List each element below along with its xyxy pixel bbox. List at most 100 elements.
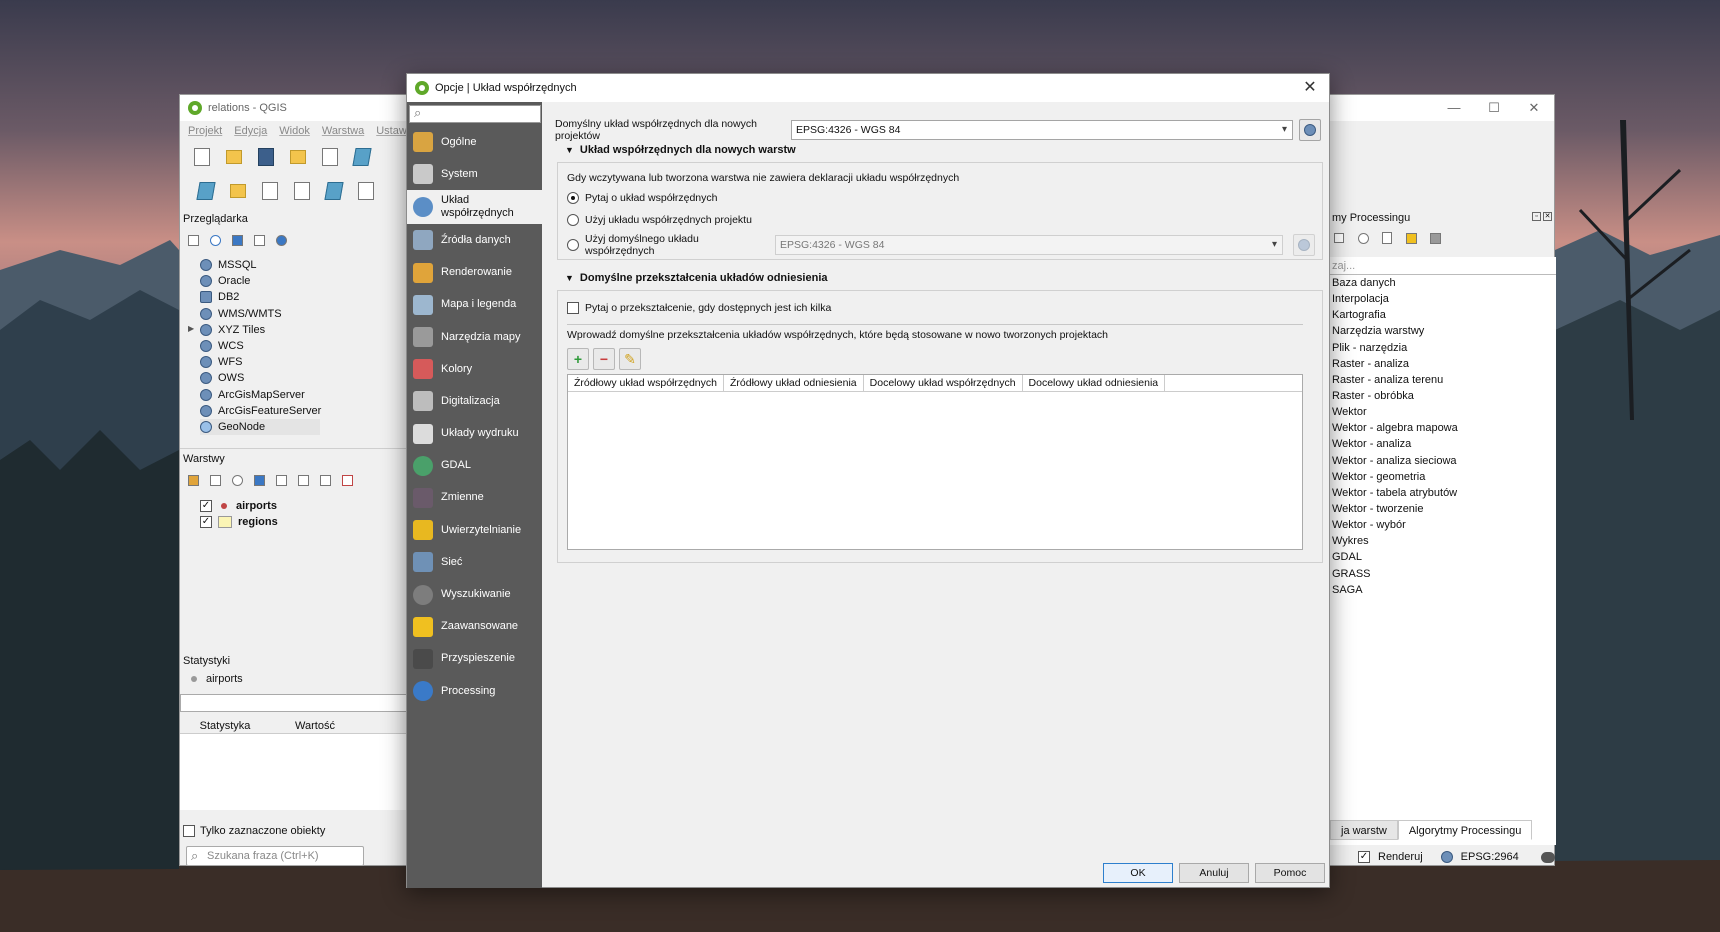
- nav-item-locator[interactable]: Wyszukiwanie: [407, 578, 542, 610]
- options-search-input[interactable]: [409, 105, 541, 123]
- help-button[interactable]: Pomoc: [1255, 863, 1325, 883]
- nav-item-general[interactable]: Ogólne: [407, 126, 542, 158]
- style-brush-icon[interactable]: [184, 471, 202, 489]
- results-icon[interactable]: [1378, 229, 1396, 247]
- add-transform-button[interactable]: +: [567, 348, 589, 370]
- list-item[interactable]: Wektor - tabela atrybutów: [1330, 485, 1556, 501]
- expand-arrow-icon[interactable]: ▶: [188, 324, 194, 333]
- close-icon[interactable]: ✕: [1299, 77, 1321, 99]
- menu-ustawienia[interactable]: Ustaw: [376, 125, 407, 137]
- transforms-group-header[interactable]: ▼ Domyślne przekształcenia układów odnie…: [565, 272, 828, 284]
- layer-item-airports[interactable]: ✓ airports: [200, 498, 278, 514]
- col-dest-datum[interactable]: Docelowy układ odniesienia: [1023, 375, 1166, 391]
- refresh-icon[interactable]: [206, 231, 224, 249]
- list-item[interactable]: Kartografia: [1330, 307, 1556, 323]
- tab-processing-algorithms[interactable]: Algorytmy Processingu: [1397, 820, 1533, 840]
- crs-status[interactable]: EPSG:2964: [1461, 851, 1519, 863]
- list-item[interactable]: Plik - narzędzia: [1330, 340, 1556, 356]
- list-item[interactable]: Wektor - analiza sieciowa: [1330, 453, 1556, 469]
- default-layer-crs-combo[interactable]: EPSG:4326 - WGS 84: [775, 235, 1283, 255]
- list-item[interactable]: Wykres: [1330, 533, 1556, 549]
- radio-project-crs[interactable]: Użyj układu współrzędnych projektu: [567, 214, 752, 226]
- layer-visibility-checkbox[interactable]: ✓: [200, 500, 212, 512]
- expression-filter-icon[interactable]: [272, 471, 290, 489]
- list-item[interactable]: Wektor - wybór: [1330, 517, 1556, 533]
- stats-field-combo[interactable]: [180, 694, 408, 712]
- radio-default-crs[interactable]: Użyj domyślnego układu współrzędnych EPS…: [567, 233, 1315, 257]
- layer-item-regions[interactable]: ✓ regions: [200, 514, 278, 530]
- select-crs-button[interactable]: [1299, 119, 1321, 141]
- list-item[interactable]: Baza danych: [1330, 275, 1556, 291]
- render-checkbox[interactable]: ✓: [1358, 851, 1370, 863]
- float-icon[interactable]: ▫: [1532, 212, 1541, 221]
- col-dest-crs[interactable]: Docelowy układ współrzędnych: [864, 375, 1023, 391]
- cancel-button[interactable]: Anuluj: [1179, 863, 1249, 883]
- edit-features-icon[interactable]: [1402, 229, 1420, 247]
- add-layer-icon[interactable]: [184, 231, 202, 249]
- nav-item-network[interactable]: Sieć: [407, 546, 542, 578]
- nav-item-map-legend[interactable]: Mapa i legenda: [407, 289, 542, 321]
- add-group-icon[interactable]: [206, 471, 224, 489]
- list-item[interactable]: Raster - analiza: [1330, 356, 1556, 372]
- list-item[interactable]: Wektor - tworzenie: [1330, 501, 1556, 517]
- models-icon[interactable]: [1330, 229, 1348, 247]
- select-layer-crs-button[interactable]: [1293, 234, 1315, 256]
- nav-item-advanced[interactable]: Zaawansowane: [407, 611, 542, 643]
- remove-transform-button[interactable]: −: [593, 348, 615, 370]
- close-panel-icon[interactable]: ✕: [1543, 212, 1552, 221]
- remove-layer-icon[interactable]: [338, 471, 356, 489]
- save-project-button[interactable]: [254, 145, 278, 169]
- radio-button[interactable]: [567, 214, 579, 226]
- stats-layer-selector[interactable]: airports: [188, 673, 243, 685]
- default-project-crs-combo[interactable]: EPSG:4326 - WGS 84: [791, 120, 1293, 140]
- radio-ask-crs[interactable]: Pytaj o układ współrzędnych: [567, 192, 718, 204]
- close-window-icon[interactable]: ✕: [1514, 95, 1554, 121]
- collapse-all-icon[interactable]: [316, 471, 334, 489]
- add-vector-button[interactable]: [258, 179, 282, 203]
- list-item[interactable]: GDAL: [1330, 549, 1556, 565]
- list-item[interactable]: SAGA: [1330, 582, 1556, 598]
- maximize-icon[interactable]: ☐: [1474, 95, 1514, 121]
- nav-item-crs[interactable]: Układ współrzędnych: [407, 190, 542, 225]
- col-statistic[interactable]: Statystyka: [180, 718, 270, 733]
- minimize-icon[interactable]: —: [1434, 95, 1474, 121]
- crs-globe-icon[interactable]: [1440, 851, 1453, 863]
- nav-item-data-sources[interactable]: Źródła danych: [407, 224, 542, 256]
- search-phrase-input[interactable]: Szukana fraza (Ctrl+K): [186, 846, 364, 866]
- list-item[interactable]: Interpolacja: [1330, 291, 1556, 307]
- nav-item-processing[interactable]: Processing: [407, 675, 542, 707]
- list-item[interactable]: GRASS: [1330, 566, 1556, 582]
- messages-icon[interactable]: [1540, 851, 1555, 863]
- options-wrench-icon[interactable]: [1426, 229, 1444, 247]
- nav-item-variables[interactable]: Zmienne: [407, 482, 542, 514]
- nav-item-gdal[interactable]: GDAL: [407, 450, 542, 482]
- nav-item-digitizing[interactable]: Digitalizacja: [407, 385, 542, 417]
- col-source-crs[interactable]: Źródłowy układ współrzędnych: [568, 375, 724, 391]
- radio-button[interactable]: [567, 192, 579, 204]
- list-item[interactable]: Wektor: [1330, 404, 1556, 420]
- menu-widok[interactable]: Widok: [279, 125, 310, 137]
- col-source-datum[interactable]: Źródłowy układ odniesienia: [724, 375, 864, 391]
- browser-item[interactable]: GeoNode: [200, 418, 320, 436]
- history-icon[interactable]: [1354, 229, 1372, 247]
- add-v-layer-button[interactable]: [354, 179, 378, 203]
- filter-icon[interactable]: [228, 231, 246, 249]
- nav-item-rendering[interactable]: Renderowanie: [407, 257, 542, 289]
- nav-item-authentication[interactable]: Uwierzytelnianie: [407, 514, 542, 546]
- menu-projekt[interactable]: Projekt: [188, 125, 222, 137]
- new-geopackage-button[interactable]: [226, 179, 250, 203]
- new-project-button[interactable]: [190, 145, 214, 169]
- layout-manager-button[interactable]: [318, 145, 342, 169]
- ask-transform-row[interactable]: Pytaj o przekształcenie, gdy dostępnych …: [567, 302, 831, 314]
- expand-all-icon[interactable]: [294, 471, 312, 489]
- nav-item-map-tools[interactable]: Narzędzia mapy: [407, 321, 542, 353]
- list-item[interactable]: Wektor - analiza: [1330, 436, 1556, 452]
- list-item[interactable]: Wektor - algebra mapowa: [1330, 420, 1556, 436]
- add-virtual-layer-button[interactable]: [322, 179, 346, 203]
- list-item[interactable]: Raster - analiza terenu: [1330, 372, 1556, 388]
- filter-icon[interactable]: [250, 471, 268, 489]
- nav-item-colors[interactable]: Kolory: [407, 353, 542, 385]
- menu-warstwa[interactable]: Warstwa: [322, 125, 364, 137]
- layer-visibility-checkbox[interactable]: ✓: [200, 516, 212, 528]
- list-item[interactable]: Wektor - geometria: [1330, 469, 1556, 485]
